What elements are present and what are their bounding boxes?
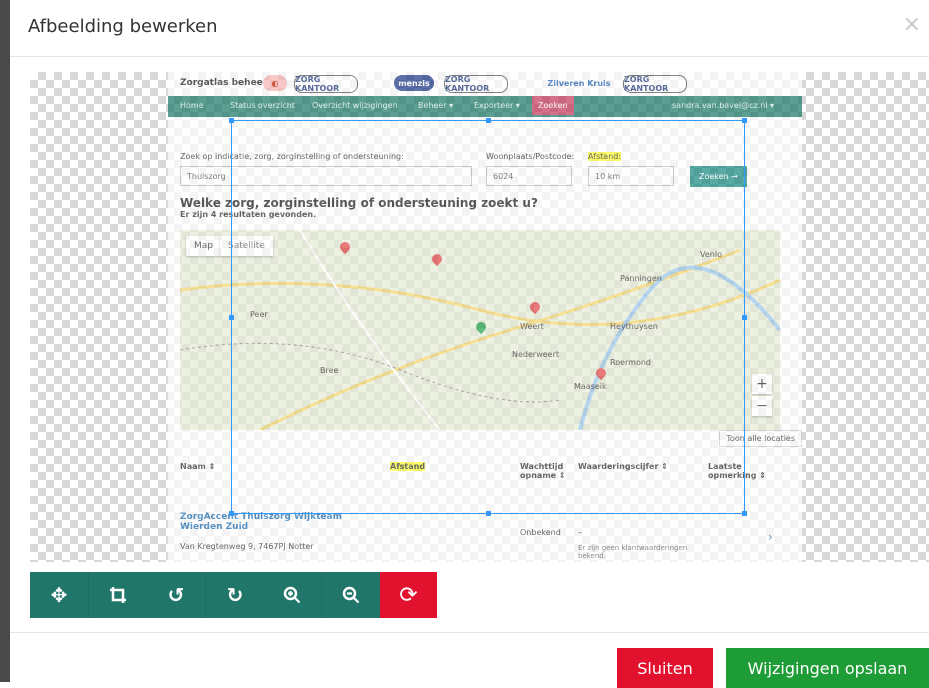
map-zoom-in-icon: + bbox=[752, 374, 772, 394]
brand-label: Zorgatlas beheer bbox=[180, 78, 268, 88]
crop-handle[interactable] bbox=[229, 511, 234, 516]
nav-overzicht: Overzicht wijzigingen bbox=[312, 101, 398, 110]
nav-zoeken: Zoeken bbox=[532, 96, 574, 115]
move-icon[interactable]: ✥ bbox=[30, 572, 88, 618]
crop-box[interactable] bbox=[229, 118, 747, 516]
crop-handle[interactable] bbox=[486, 511, 491, 516]
result-note: Er zijn geen klantwaarderingen bekend. bbox=[578, 544, 688, 560]
logo-icon: ◐ bbox=[263, 75, 287, 91]
crop-handle[interactable] bbox=[486, 118, 491, 123]
map-tab: Map bbox=[186, 236, 221, 256]
crop-handle[interactable] bbox=[229, 118, 234, 123]
crop-handle[interactable] bbox=[742, 315, 747, 320]
zilveren-kruis-logo: Zilveren Kruis bbox=[547, 78, 611, 88]
close-button[interactable]: Sluiten bbox=[617, 648, 713, 688]
zorgkantoor-logo: ZORG KANTOOR bbox=[444, 75, 508, 93]
result-name: ZorgAccent Thuiszorg Wijkteam Wierden Zu… bbox=[180, 512, 342, 532]
zoom-out-icon[interactable] bbox=[321, 572, 380, 618]
nav-home: Home bbox=[180, 101, 204, 110]
image-canvas[interactable]: Zorgatlas beheer ◐ ZORG KANTOOR menzis Z… bbox=[30, 72, 929, 562]
nav-status: Status overzicht bbox=[230, 101, 295, 110]
rotate-right-icon[interactable]: ↻ bbox=[205, 572, 264, 618]
map-zoom-out-icon: − bbox=[752, 396, 772, 416]
result-address: Van Kregtenweg 9, 7467PJ Notter bbox=[180, 542, 314, 551]
crop-handle[interactable] bbox=[229, 315, 234, 320]
modal-title: Afbeelding bewerken bbox=[28, 16, 218, 37]
zoom-in-icon[interactable] bbox=[263, 572, 321, 618]
modal-header: Afbeelding bewerken × bbox=[10, 0, 929, 57]
nav-exporteer: Exporteer ▾ bbox=[474, 101, 520, 110]
screenshot-topbar: Zorgatlas beheer ◐ ZORG KANTOOR menzis Z… bbox=[168, 72, 802, 96]
image-editor-modal: Afbeelding bewerken × Zorgatlas beheer ◐… bbox=[10, 0, 929, 688]
nav-user: sandra.van.bavel@cz.nl ▾ bbox=[672, 101, 775, 110]
crop-icon[interactable] bbox=[88, 572, 147, 618]
close-icon[interactable]: × bbox=[903, 12, 921, 37]
screenshot-navbar: Home Status overzicht Overzicht wijzigin… bbox=[168, 96, 802, 117]
save-changes-button[interactable]: Wijzigingen opslaan bbox=[726, 648, 929, 688]
zorgkantoor-logo: ZORG KANTOOR bbox=[623, 75, 687, 93]
table-header: Naam ⇕ bbox=[180, 462, 216, 471]
toolbar-group-move-crop: ✥ bbox=[30, 572, 147, 618]
zorgkantoor-logo: ZORG KANTOOR bbox=[294, 75, 358, 93]
menzis-logo: menzis bbox=[394, 75, 434, 91]
crop-handle[interactable] bbox=[742, 511, 747, 516]
background-edge bbox=[0, 0, 10, 682]
nav-beheer: Beheer ▾ bbox=[418, 101, 454, 110]
footer-divider bbox=[10, 632, 929, 633]
toolbar-group-rotate: ↺ ↻ bbox=[147, 572, 264, 618]
result-rating: – bbox=[578, 528, 582, 537]
toolbar-group-zoom bbox=[263, 572, 380, 618]
chevron-right-icon: › bbox=[768, 530, 773, 544]
reset-icon[interactable]: ⟳ bbox=[380, 572, 437, 618]
result-status: Onbekend bbox=[520, 528, 561, 537]
rotate-left-icon[interactable]: ↺ bbox=[147, 572, 205, 618]
crop-handle[interactable] bbox=[742, 118, 747, 123]
